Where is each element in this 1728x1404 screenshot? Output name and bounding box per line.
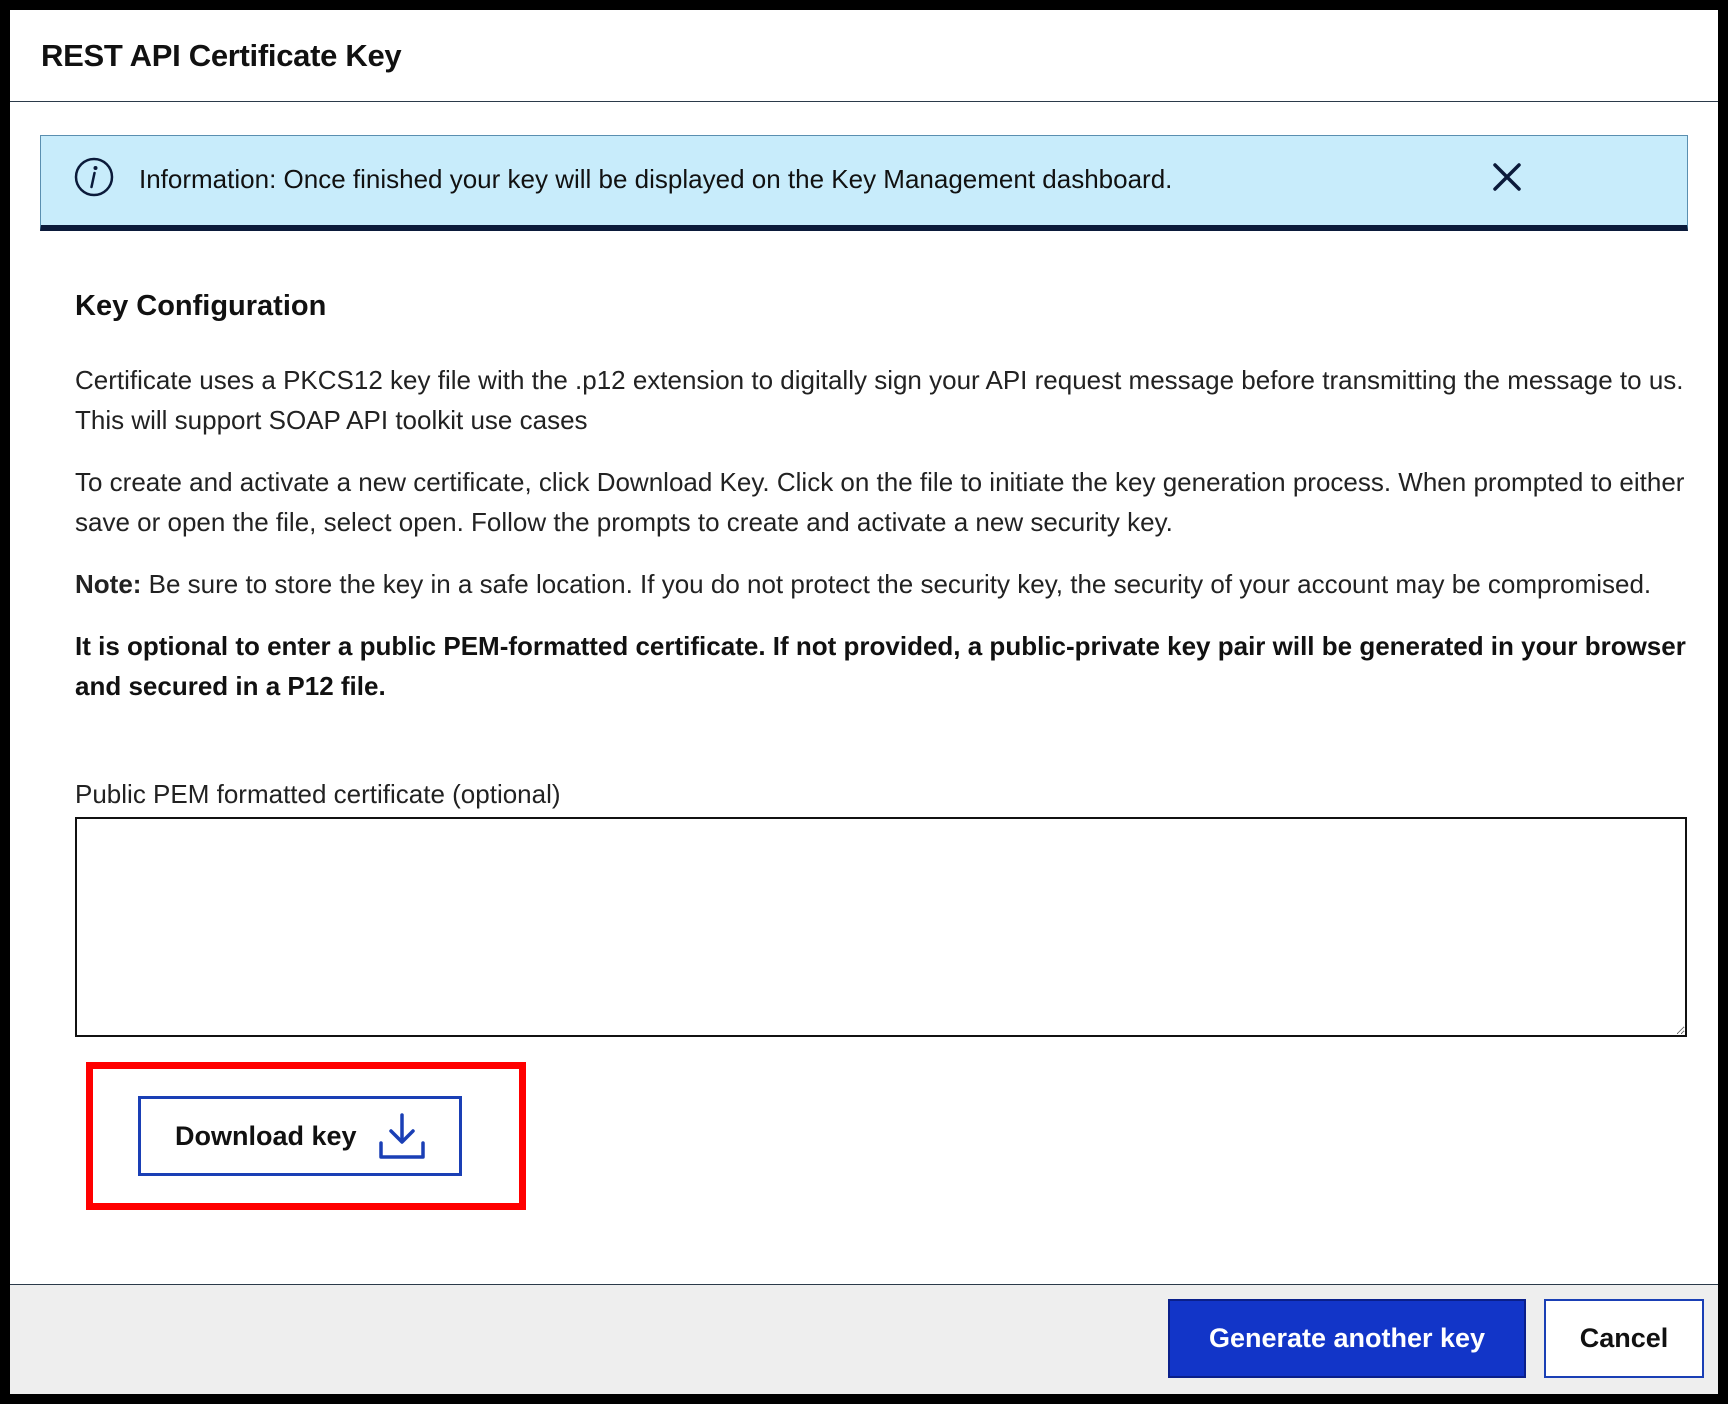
- download-icon: [377, 1111, 427, 1163]
- description-paragraph: Certificate uses a PKCS12 key file with …: [75, 365, 1684, 435]
- download-key-label: Download key: [175, 1121, 357, 1151]
- section-title: Key Configuration: [75, 290, 327, 322]
- info-icon: [74, 157, 114, 197]
- close-icon[interactable]: [1489, 159, 1525, 195]
- note-text: Be sure to store the key in a safe locat…: [141, 569, 1652, 599]
- generate-another-key-button[interactable]: Generate another key: [1168, 1299, 1526, 1378]
- dialog-title: REST API Certificate Key: [41, 38, 402, 73]
- info-banner: Information: Once finished your key will…: [40, 135, 1688, 231]
- info-message: Information: Once finished your key will…: [139, 164, 1173, 194]
- note-label: Note:: [75, 569, 142, 599]
- dialog-footer: Generate another key Cancel: [10, 1284, 1718, 1394]
- pem-field-label: Public PEM formatted certificate (option…: [75, 779, 561, 809]
- dialog-header: REST API Certificate Key: [10, 10, 1718, 102]
- optional-notice: It is optional to enter a public PEM-for…: [75, 631, 1686, 701]
- cancel-button[interactable]: Cancel: [1544, 1299, 1704, 1378]
- download-key-button[interactable]: Download key: [138, 1096, 462, 1176]
- note-paragraph: Note: Be sure to store the key in a safe…: [75, 564, 1695, 604]
- instructions-paragraph: To create and activate a new certificate…: [75, 467, 1685, 537]
- dialog: REST API Certificate Key Information: On…: [10, 10, 1718, 1394]
- key-configuration-section: Key Configuration Certificate uses a PKC…: [75, 288, 1695, 728]
- pem-certificate-textarea[interactable]: [75, 817, 1687, 1037]
